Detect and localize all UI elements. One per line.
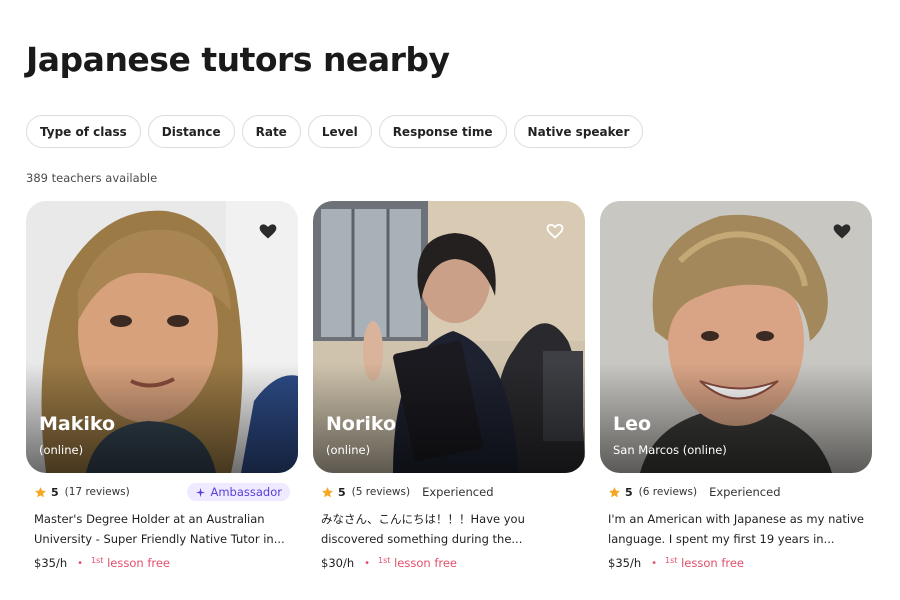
filter-type-of-class[interactable]: Type of class: [26, 115, 141, 148]
tutor-reviews: (5 reviews): [351, 486, 411, 498]
sparkle-icon: [196, 487, 206, 497]
tutor-price-row: $35/h • 1st lesson free: [26, 556, 298, 570]
star-icon: [35, 486, 46, 497]
tutor-card-makiko[interactable]: Makiko (online) 5 (17 reviews) Ambassado…: [26, 201, 298, 570]
tutor-meta: 5 (5 reviews) Experienced: [313, 482, 585, 502]
tutor-photo[interactable]: Makiko (online): [26, 201, 298, 473]
separator-dot: •: [651, 557, 658, 569]
tutor-card-leo[interactable]: Leo San Marcos (online) 5 (6 reviews) Ex…: [600, 201, 872, 570]
tutor-photo[interactable]: Leo San Marcos (online): [600, 201, 872, 473]
free-lesson: 1st lesson free: [665, 556, 744, 570]
tutor-card-noriko[interactable]: Noriko (online) 5 (5 reviews) Experience…: [313, 201, 585, 570]
filter-bar: Type of class Distance Rate Level Respon…: [26, 115, 644, 148]
tutor-photo[interactable]: Noriko (online): [313, 201, 585, 473]
ambassador-badge: Ambassador: [187, 483, 290, 501]
filter-native-speaker[interactable]: Native speaker: [513, 115, 644, 148]
experienced-badge: Experienced: [422, 485, 494, 499]
free-lesson: 1st lesson free: [378, 556, 457, 570]
filter-rate[interactable]: Rate: [241, 115, 301, 148]
tutor-description: I'm an American with Japanese as my nati…: [608, 512, 864, 546]
free-lesson: 1st lesson free: [91, 556, 170, 570]
tutor-location: (online): [326, 443, 371, 457]
tutor-name: Leo: [613, 413, 652, 435]
ambassador-label: Ambassador: [210, 485, 282, 499]
separator-dot: •: [364, 557, 371, 569]
filter-response-time[interactable]: Response time: [378, 115, 507, 148]
tutor-meta: 5 (17 reviews) Ambassador: [26, 482, 298, 502]
tutor-rating: 5: [338, 485, 346, 499]
filter-level[interactable]: Level: [307, 115, 372, 148]
tutor-rating: 5: [51, 485, 59, 499]
free-lesson-ordinal: 1st: [665, 556, 678, 565]
tutor-price-row: $35/h • 1st lesson free: [600, 556, 872, 570]
heart-icon[interactable]: [545, 221, 565, 241]
heart-icon[interactable]: [258, 221, 278, 241]
tutor-price-row: $30/h • 1st lesson free: [313, 556, 585, 570]
free-lesson-text: lesson free: [107, 556, 171, 570]
free-lesson-ordinal: 1st: [91, 556, 104, 565]
separator-dot: •: [77, 557, 84, 569]
tutor-rating: 5: [625, 485, 633, 499]
experienced-badge: Experienced: [709, 485, 781, 499]
tutor-name: Makiko: [39, 413, 116, 435]
tutor-name: Noriko: [326, 413, 397, 435]
tutor-reviews: (6 reviews): [638, 486, 698, 498]
free-lesson-text: lesson free: [394, 556, 458, 570]
tutor-reviews: (17 reviews): [64, 486, 130, 498]
free-lesson-ordinal: 1st: [378, 556, 391, 565]
heart-icon[interactable]: [832, 221, 852, 241]
tutor-price: $35/h: [608, 556, 642, 570]
tutor-price: $30/h: [321, 556, 355, 570]
free-lesson-text: lesson free: [681, 556, 745, 570]
tutor-location: San Marcos (online): [613, 443, 727, 457]
tutor-location: (online): [39, 443, 84, 457]
page-title: Japanese tutors nearby: [26, 40, 450, 79]
star-icon: [609, 486, 620, 497]
star-icon: [322, 486, 333, 497]
tutor-description: みなさん、こんにちは！！！Have you discovered somethi…: [321, 512, 525, 546]
tutor-description: Master's Degree Holder at an Australian …: [34, 512, 285, 546]
teacher-count: 389 teachers available: [26, 171, 158, 185]
tutor-price: $35/h: [34, 556, 68, 570]
filter-distance[interactable]: Distance: [147, 115, 235, 148]
tutor-meta: 5 (6 reviews) Experienced: [600, 482, 872, 502]
